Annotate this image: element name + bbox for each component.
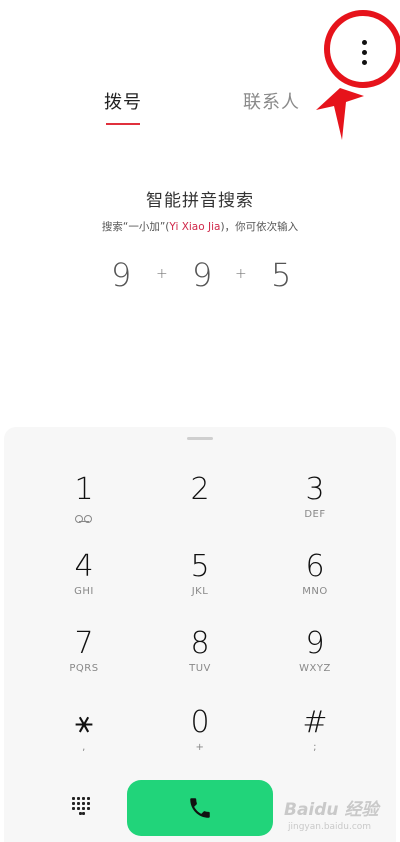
top-bar: 拨号 联系人 [0,0,400,140]
key-7[interactable]: 7 PQRS [29,627,139,701]
call-button[interactable] [127,780,273,836]
tab-dial[interactable]: 拨号 [104,88,142,114]
key-0[interactable]: 0 + [145,706,255,780]
key-star[interactable]: ⚹ , [29,706,139,780]
highlight-arrow-annotation [316,88,364,140]
key-hash[interactable]: # ; [260,706,370,780]
typed-sequence: 9 + 9 + 5 [0,256,400,300]
typed-digit: 9 [111,256,132,294]
key-5[interactable]: 5 JKL [145,550,255,624]
tab-dial-indicator [106,123,140,125]
typed-plus: + [235,266,247,282]
search-hint-title: 智能拼音搜索 [146,191,254,211]
key-8[interactable]: 8 TUV [145,627,255,701]
key-6[interactable]: 6 MNO [260,550,370,624]
typed-plus: + [156,266,168,282]
typed-digit: 9 [192,256,213,294]
key-3[interactable]: 3 DEF [260,473,370,547]
dialpad-toggle-button[interactable] [72,797,96,819]
voicemail-icon [75,515,93,523]
typed-digit: 5 [271,256,292,294]
key-2[interactable]: 2 [145,473,255,547]
tab-contacts[interactable]: 联系人 [243,88,300,114]
pinyin-example: Yi Xiao Jia [169,221,221,233]
search-hint-subtitle: 搜索“一小加”(Yi Xiao Jia)，你可依次输入 [101,221,299,233]
dialpad-drag-handle[interactable] [187,437,213,440]
baidu-watermark: Baidu 经验 jingyan.baidu.com [284,800,379,832]
phone-icon [190,798,210,818]
key-4[interactable]: 4 GHI [29,550,139,624]
key-9[interactable]: 9 WXYZ [260,627,370,701]
key-1[interactable]: 1 [29,473,139,547]
highlight-circle-annotation [324,10,400,88]
